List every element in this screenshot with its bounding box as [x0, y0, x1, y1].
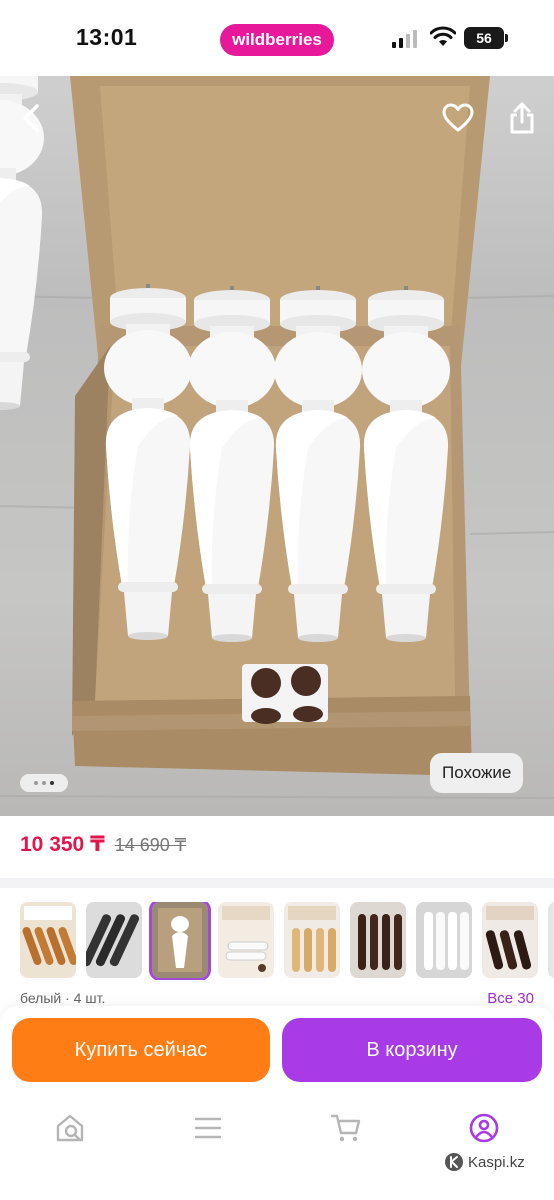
variant-info-row: белый · 4 шт. Все 30: [20, 990, 534, 1007]
share-button[interactable]: [500, 96, 544, 140]
favorite-button[interactable]: [436, 96, 480, 140]
similar-button[interactable]: Похожие: [430, 753, 524, 793]
variant-thumb[interactable]: [548, 902, 554, 978]
signal-icon: [392, 30, 417, 48]
profile-icon: [469, 1113, 499, 1143]
variant-thumbnails: [20, 902, 554, 980]
back-button[interactable]: [10, 96, 54, 140]
kaspi-logo-icon: [445, 1153, 463, 1171]
nav-catalog[interactable]: [188, 1108, 228, 1148]
battery-icon: 56: [464, 27, 508, 49]
nav-profile[interactable]: [464, 1108, 504, 1148]
variant-thumb[interactable]: [416, 902, 472, 978]
price-row: 10 350 ₸ 14 690 ₸: [20, 832, 186, 857]
gallery-dot: [42, 781, 46, 785]
add-to-cart-button[interactable]: В корзину: [282, 1018, 542, 1082]
variant-thumb[interactable]: [86, 902, 142, 978]
heart-icon: [442, 103, 474, 132]
back-icon: [23, 104, 39, 132]
section-divider: [0, 878, 554, 888]
buy-now-button[interactable]: Купить сейчас: [12, 1018, 270, 1082]
variant-thumb[interactable]: [350, 902, 406, 978]
variant-caption: белый · 4 шт.: [20, 990, 106, 1006]
nav-home[interactable]: [50, 1108, 90, 1148]
variant-thumb[interactable]: [284, 902, 340, 978]
variant-thumb[interactable]: [218, 902, 274, 978]
home-search-icon: [56, 1114, 84, 1142]
wifi-icon: [430, 26, 456, 46]
action-bar: Купить сейчас В корзину: [0, 1006, 554, 1096]
watermark: Kaspi.kz: [444, 1152, 525, 1172]
old-price: 14 690 ₸: [114, 835, 187, 855]
bottom-nav: [0, 1096, 554, 1200]
product-gallery[interactable]: Похожие: [0, 76, 554, 816]
cart-icon: [330, 1114, 361, 1142]
brand-pill: wildberries: [220, 24, 334, 56]
catalog-icon: [194, 1117, 222, 1139]
status-bar: 13:01 wildberries 56: [0, 0, 554, 76]
watermark-text: Kaspi.kz: [468, 1153, 525, 1171]
variant-thumb[interactable]: [482, 902, 538, 978]
all-variants-link[interactable]: Все 30: [487, 990, 534, 1007]
gallery-dots: [20, 774, 68, 792]
share-icon: [510, 102, 534, 134]
current-price: 10 350 ₸: [20, 833, 105, 856]
product-photo: [0, 76, 554, 799]
gallery-dot-active: [50, 781, 54, 785]
gallery-dot: [34, 781, 38, 785]
nav-cart[interactable]: [326, 1108, 366, 1148]
status-time: 13:01: [76, 24, 138, 50]
variant-thumb-selected[interactable]: [149, 902, 211, 980]
variant-thumb[interactable]: [20, 902, 76, 978]
